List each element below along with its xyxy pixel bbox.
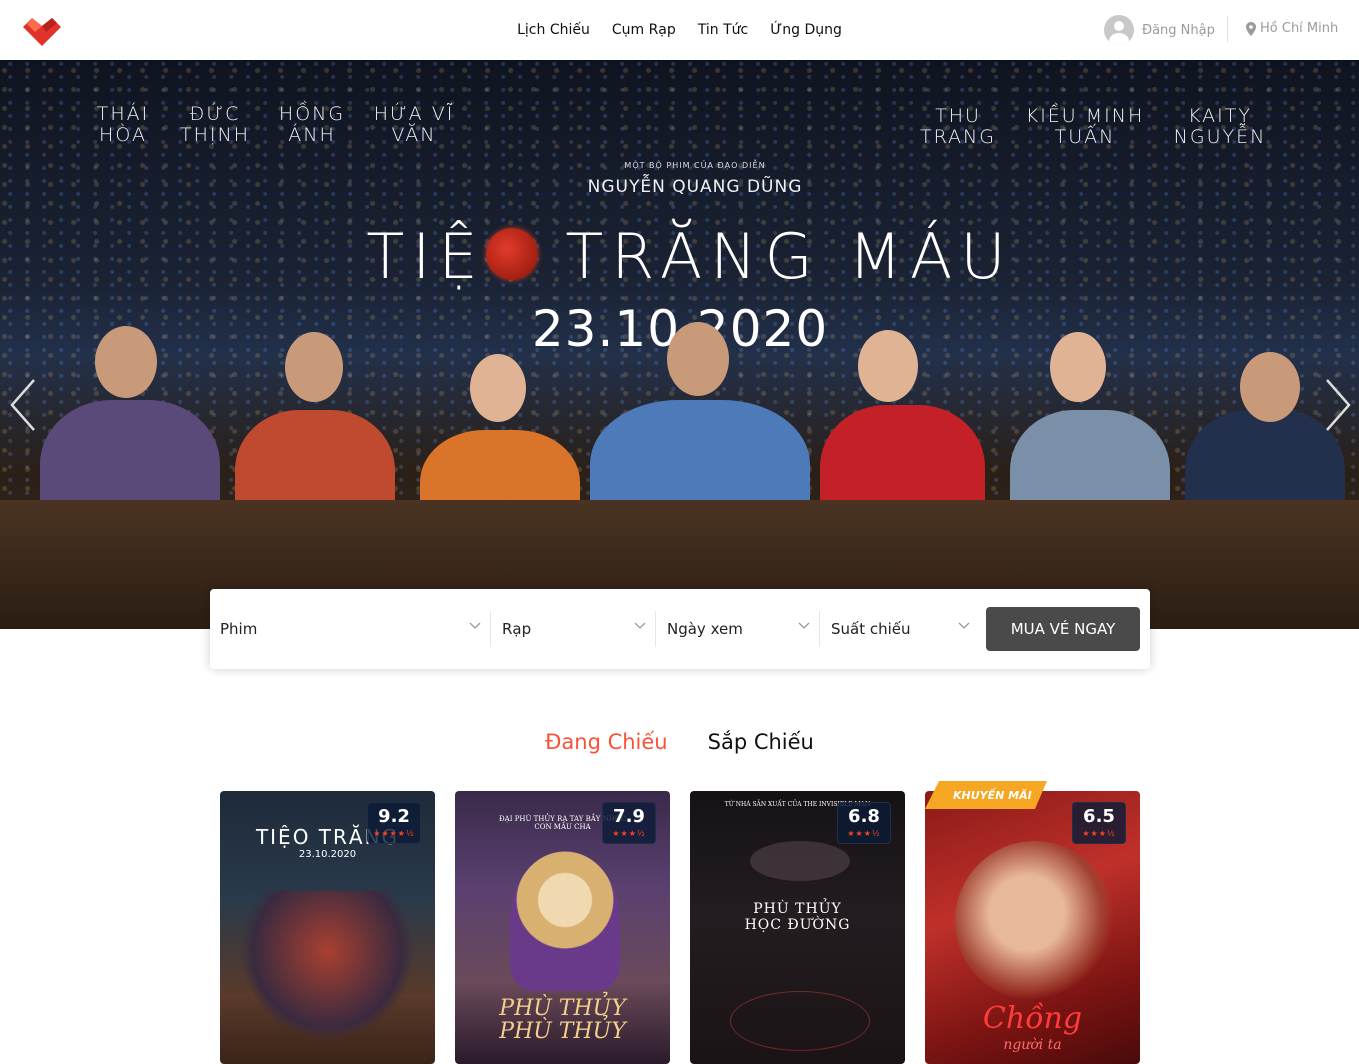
poster-artwork bbox=[750, 841, 850, 881]
location-label: Hồ Chí Minh bbox=[1260, 21, 1339, 36]
movie-tabs: Đang Chiếu Sắp Chiếu bbox=[0, 730, 1359, 754]
nav-app[interactable]: Ứng Dụng bbox=[770, 22, 842, 38]
header: Lịch Chiếu Cụm Rạp Tin Tức Ứng Dụng Đăng… bbox=[0, 0, 1359, 60]
header-divider bbox=[1227, 16, 1228, 42]
poster-title: PHÙ THỦY bbox=[753, 901, 842, 917]
nav-showtimes[interactable]: Lịch Chiếu bbox=[517, 22, 590, 38]
login-label: Đăng Nhập bbox=[1142, 22, 1215, 38]
tab-now-showing[interactable]: Đang Chiếu bbox=[545, 730, 668, 754]
promo-label: KHUYẾN MÃI bbox=[953, 789, 1032, 802]
quick-booking-bar: Phim Rạp Ngày xem Suất chiếu MUA VÉ NGAY bbox=[210, 589, 1150, 669]
nav-news[interactable]: Tin Tức bbox=[698, 22, 748, 38]
buy-ticket-button[interactable]: MUA VÉ NGAY bbox=[986, 607, 1140, 651]
cast-credit: ĐỨC THỊNH bbox=[180, 103, 250, 146]
poster-artwork bbox=[730, 991, 870, 1051]
chevron-down-icon bbox=[958, 622, 970, 629]
tab-coming-soon[interactable]: Sắp Chiếu bbox=[708, 730, 814, 754]
poster-title: PHÙ THỦY bbox=[499, 996, 626, 1021]
rating-score: 6.5 bbox=[1083, 806, 1115, 827]
promo-ribbon: KHUYẾN MÃI bbox=[925, 781, 1047, 809]
poster-artwork bbox=[955, 841, 1115, 1001]
cast-credit: THÁI HÒA bbox=[96, 103, 150, 146]
rating-stars: ★★★½ bbox=[847, 829, 881, 838]
chevron-down-icon bbox=[634, 622, 646, 629]
cast-credit: THU TRANG bbox=[920, 105, 996, 148]
poster-title: Chồng bbox=[982, 1001, 1083, 1036]
director-caption: MỘT BỘ PHIM CỦA ĐẠO DIỄN bbox=[624, 161, 766, 170]
nav-cinemas[interactable]: Cụm Rạp bbox=[612, 22, 676, 38]
title-part: TIỆ bbox=[366, 220, 486, 293]
avatar bbox=[1104, 15, 1134, 45]
title-part: TRĂNG MÁU bbox=[537, 220, 1014, 293]
movie-card[interactable]: ĐẠI PHÙ THỦY RA TAY BẮY NHÓC CON MẦU CHA… bbox=[455, 791, 670, 1064]
poster-artwork bbox=[240, 891, 415, 1041]
cast-credit: HỒNG ÁNH bbox=[278, 103, 346, 146]
movie-select-label: Phim bbox=[220, 620, 258, 638]
rating-badge: 6.5 ★★★½ bbox=[1072, 802, 1126, 844]
chevron-down-icon bbox=[798, 622, 810, 629]
rating-score: 6.8 bbox=[848, 806, 880, 827]
rating-stars: ★★★★½ bbox=[373, 829, 415, 838]
carousel-next-icon[interactable] bbox=[1323, 378, 1353, 432]
map-pin-icon bbox=[1246, 21, 1256, 36]
carousel-prev-icon[interactable] bbox=[8, 378, 38, 432]
movie-card[interactable]: TỪ NHÀ SẢN XUẤT CỦA THE INVISIBLE MAN PH… bbox=[690, 791, 905, 1064]
location-selector[interactable]: Hồ Chí Minh bbox=[1246, 21, 1338, 36]
date-select-label: Ngày xem bbox=[667, 620, 743, 638]
hero-banner: THÁI HÒA ĐỨC THỊNH HỒNG ÁNH HỨA VĨ VĂN T… bbox=[0, 60, 1359, 629]
poster-title: HỌC ĐƯỜNG bbox=[744, 917, 851, 933]
poster-title: PHÙ THỦY bbox=[499, 1019, 626, 1044]
poster-date: 23.10.2020 bbox=[298, 849, 357, 860]
logo-icon[interactable] bbox=[20, 12, 64, 48]
movie-card[interactable]: TIỆO TRĂNG 23.10.2020 9.2 ★★★★½ bbox=[220, 791, 435, 1064]
director-name: NGUYỄN QUANG DŨNG bbox=[587, 177, 803, 197]
rating-badge: 7.9 ★★★½ bbox=[602, 802, 656, 844]
cast-credit: KAITY NGUYỄN bbox=[1173, 105, 1267, 148]
cast-credit: HỨA VĨ VĂN bbox=[373, 103, 455, 146]
showtime-select-label: Suất chiếu bbox=[831, 620, 911, 638]
cinema-select-label: Rạp bbox=[502, 620, 532, 638]
movie-card[interactable]: Chồng người ta 6.5 ★★★½ bbox=[925, 791, 1140, 1064]
login-button[interactable]: Đăng Nhập bbox=[1104, 15, 1215, 45]
showtime-select[interactable]: Suất chiếu bbox=[820, 589, 980, 669]
rating-score: 9.2 bbox=[378, 806, 410, 827]
rating-score: 7.9 bbox=[613, 806, 645, 827]
cinema-select[interactable]: Rạp bbox=[491, 589, 656, 669]
rating-badge: 9.2 ★★★★½ bbox=[367, 802, 421, 844]
movie-select[interactable]: Phim bbox=[210, 589, 491, 669]
blood-moon-icon bbox=[485, 228, 538, 280]
chevron-down-icon bbox=[469, 622, 481, 629]
rating-stars: ★★★½ bbox=[1082, 829, 1116, 838]
rating-stars: ★★★½ bbox=[612, 829, 646, 838]
rating-badge: 6.8 ★★★½ bbox=[837, 802, 891, 844]
banner-movie-title: TIỆ TRĂNG MÁU bbox=[340, 220, 1040, 293]
cast-credit: KIỀU MINH TUẤN bbox=[1025, 105, 1145, 148]
poster-title: người ta bbox=[1003, 1037, 1062, 1053]
poster-artwork bbox=[510, 851, 620, 991]
date-select[interactable]: Ngày xem bbox=[656, 589, 820, 669]
